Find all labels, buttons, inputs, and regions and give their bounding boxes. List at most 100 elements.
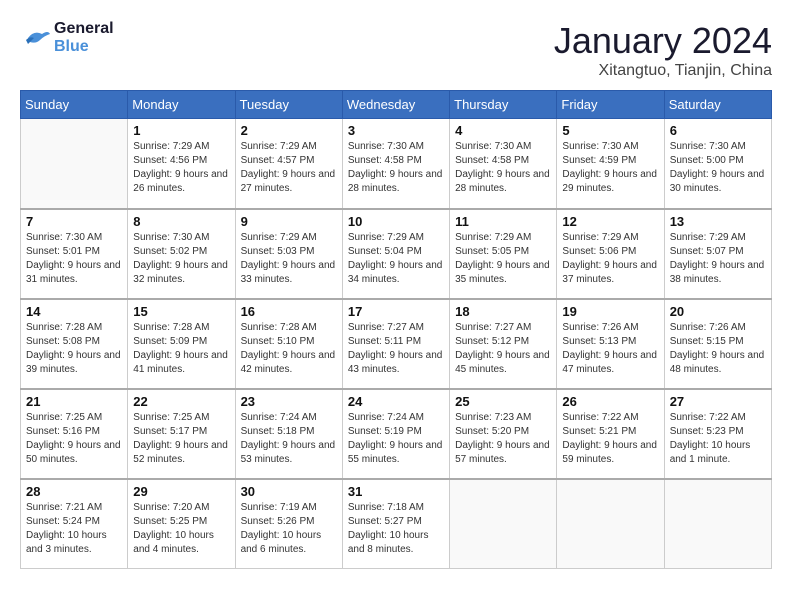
calendar-day-cell: 2 Sunrise: 7:29 AM Sunset: 4:57 PM Dayli… xyxy=(235,119,342,209)
calendar-day-cell: 3 Sunrise: 7:30 AM Sunset: 4:58 PM Dayli… xyxy=(342,119,449,209)
weekday-header-monday: Monday xyxy=(128,91,235,119)
day-info: Sunrise: 7:23 AM Sunset: 5:20 PM Dayligh… xyxy=(455,411,551,467)
calendar-day-cell: 14 Sunrise: 7:28 AM Sunset: 5:08 PM Dayl… xyxy=(21,299,128,389)
day-info: Sunrise: 7:26 AM Sunset: 5:15 PM Dayligh… xyxy=(670,321,766,377)
day-info: Sunrise: 7:27 AM Sunset: 5:12 PM Dayligh… xyxy=(455,321,551,377)
day-info: Sunrise: 7:29 AM Sunset: 5:03 PM Dayligh… xyxy=(241,231,337,287)
weekday-header-friday: Friday xyxy=(557,91,664,119)
day-info: Sunrise: 7:25 AM Sunset: 5:16 PM Dayligh… xyxy=(26,411,122,467)
day-info: Sunrise: 7:22 AM Sunset: 5:23 PM Dayligh… xyxy=(670,411,766,467)
day-info: Sunrise: 7:30 AM Sunset: 5:00 PM Dayligh… xyxy=(670,140,766,196)
calendar-day-cell: 6 Sunrise: 7:30 AM Sunset: 5:00 PM Dayli… xyxy=(664,119,771,209)
calendar-week-row: 7 Sunrise: 7:30 AM Sunset: 5:01 PM Dayli… xyxy=(21,209,772,299)
day-number: 5 xyxy=(562,123,658,138)
day-number: 28 xyxy=(26,484,122,499)
calendar-day-cell: 18 Sunrise: 7:27 AM Sunset: 5:12 PM Dayl… xyxy=(450,299,557,389)
day-info: Sunrise: 7:27 AM Sunset: 5:11 PM Dayligh… xyxy=(348,321,444,377)
calendar-day-cell: 28 Sunrise: 7:21 AM Sunset: 5:24 PM Dayl… xyxy=(21,479,128,569)
day-number: 15 xyxy=(133,304,229,319)
day-number: 21 xyxy=(26,394,122,409)
calendar-day-cell: 17 Sunrise: 7:27 AM Sunset: 5:11 PM Dayl… xyxy=(342,299,449,389)
day-number: 9 xyxy=(241,214,337,229)
weekday-header-sunday: Sunday xyxy=(21,91,128,119)
day-number: 23 xyxy=(241,394,337,409)
day-info: Sunrise: 7:18 AM Sunset: 5:27 PM Dayligh… xyxy=(348,501,444,557)
day-info: Sunrise: 7:28 AM Sunset: 5:08 PM Dayligh… xyxy=(26,321,122,377)
location: Xitangtuo, Tianjin, China xyxy=(554,62,772,80)
logo-text: General Blue xyxy=(54,20,114,56)
day-info: Sunrise: 7:29 AM Sunset: 5:05 PM Dayligh… xyxy=(455,231,551,287)
weekday-header-row: SundayMondayTuesdayWednesdayThursdayFrid… xyxy=(21,91,772,119)
weekday-header-thursday: Thursday xyxy=(450,91,557,119)
day-number: 19 xyxy=(562,304,658,319)
day-info: Sunrise: 7:30 AM Sunset: 4:58 PM Dayligh… xyxy=(455,140,551,196)
logo: General Blue xyxy=(20,20,114,56)
day-number: 14 xyxy=(26,304,122,319)
day-info: Sunrise: 7:29 AM Sunset: 4:56 PM Dayligh… xyxy=(133,140,229,196)
weekday-header-wednesday: Wednesday xyxy=(342,91,449,119)
calendar-day-cell: 7 Sunrise: 7:30 AM Sunset: 5:01 PM Dayli… xyxy=(21,209,128,299)
day-info: Sunrise: 7:20 AM Sunset: 5:25 PM Dayligh… xyxy=(133,501,229,557)
day-number: 8 xyxy=(133,214,229,229)
day-info: Sunrise: 7:28 AM Sunset: 5:09 PM Dayligh… xyxy=(133,321,229,377)
day-info: Sunrise: 7:24 AM Sunset: 5:19 PM Dayligh… xyxy=(348,411,444,467)
day-info: Sunrise: 7:30 AM Sunset: 4:59 PM Dayligh… xyxy=(562,140,658,196)
weekday-header-saturday: Saturday xyxy=(664,91,771,119)
day-number: 18 xyxy=(455,304,551,319)
day-number: 13 xyxy=(670,214,766,229)
calendar-day-cell: 25 Sunrise: 7:23 AM Sunset: 5:20 PM Dayl… xyxy=(450,389,557,479)
day-number: 20 xyxy=(670,304,766,319)
calendar-day-cell: 15 Sunrise: 7:28 AM Sunset: 5:09 PM Dayl… xyxy=(128,299,235,389)
day-number: 30 xyxy=(241,484,337,499)
day-info: Sunrise: 7:30 AM Sunset: 4:58 PM Dayligh… xyxy=(348,140,444,196)
day-number: 26 xyxy=(562,394,658,409)
day-number: 25 xyxy=(455,394,551,409)
day-number: 10 xyxy=(348,214,444,229)
day-number: 16 xyxy=(241,304,337,319)
calendar-day-cell: 13 Sunrise: 7:29 AM Sunset: 5:07 PM Dayl… xyxy=(664,209,771,299)
calendar-day-cell: 20 Sunrise: 7:26 AM Sunset: 5:15 PM Dayl… xyxy=(664,299,771,389)
day-number: 27 xyxy=(670,394,766,409)
day-info: Sunrise: 7:29 AM Sunset: 4:57 PM Dayligh… xyxy=(241,140,337,196)
calendar-table: SundayMondayTuesdayWednesdayThursdayFrid… xyxy=(20,90,772,569)
calendar-week-row: 14 Sunrise: 7:28 AM Sunset: 5:08 PM Dayl… xyxy=(21,299,772,389)
day-number: 6 xyxy=(670,123,766,138)
calendar-day-cell xyxy=(664,479,771,569)
page-header: General Blue January 2024 Xitangtuo, Tia… xyxy=(20,20,772,80)
calendar-day-cell: 24 Sunrise: 7:24 AM Sunset: 5:19 PM Dayl… xyxy=(342,389,449,479)
day-info: Sunrise: 7:25 AM Sunset: 5:17 PM Dayligh… xyxy=(133,411,229,467)
calendar-week-row: 28 Sunrise: 7:21 AM Sunset: 5:24 PM Dayl… xyxy=(21,479,772,569)
day-info: Sunrise: 7:29 AM Sunset: 5:04 PM Dayligh… xyxy=(348,231,444,287)
day-number: 11 xyxy=(455,214,551,229)
day-info: Sunrise: 7:30 AM Sunset: 5:01 PM Dayligh… xyxy=(26,231,122,287)
calendar-week-row: 21 Sunrise: 7:25 AM Sunset: 5:16 PM Dayl… xyxy=(21,389,772,479)
calendar-day-cell: 29 Sunrise: 7:20 AM Sunset: 5:25 PM Dayl… xyxy=(128,479,235,569)
day-info: Sunrise: 7:29 AM Sunset: 5:07 PM Dayligh… xyxy=(670,231,766,287)
calendar-day-cell: 26 Sunrise: 7:22 AM Sunset: 5:21 PM Dayl… xyxy=(557,389,664,479)
day-number: 1 xyxy=(133,123,229,138)
day-info: Sunrise: 7:26 AM Sunset: 5:13 PM Dayligh… xyxy=(562,321,658,377)
calendar-day-cell: 27 Sunrise: 7:22 AM Sunset: 5:23 PM Dayl… xyxy=(664,389,771,479)
calendar-day-cell xyxy=(21,119,128,209)
calendar-day-cell: 30 Sunrise: 7:19 AM Sunset: 5:26 PM Dayl… xyxy=(235,479,342,569)
calendar-day-cell: 23 Sunrise: 7:24 AM Sunset: 5:18 PM Dayl… xyxy=(235,389,342,479)
day-number: 24 xyxy=(348,394,444,409)
day-info: Sunrise: 7:30 AM Sunset: 5:02 PM Dayligh… xyxy=(133,231,229,287)
day-number: 17 xyxy=(348,304,444,319)
calendar-day-cell: 16 Sunrise: 7:28 AM Sunset: 5:10 PM Dayl… xyxy=(235,299,342,389)
calendar-day-cell xyxy=(450,479,557,569)
day-number: 3 xyxy=(348,123,444,138)
day-info: Sunrise: 7:24 AM Sunset: 5:18 PM Dayligh… xyxy=(241,411,337,467)
weekday-header-tuesday: Tuesday xyxy=(235,91,342,119)
day-info: Sunrise: 7:28 AM Sunset: 5:10 PM Dayligh… xyxy=(241,321,337,377)
calendar-week-row: 1 Sunrise: 7:29 AM Sunset: 4:56 PM Dayli… xyxy=(21,119,772,209)
calendar-day-cell: 10 Sunrise: 7:29 AM Sunset: 5:04 PM Dayl… xyxy=(342,209,449,299)
day-info: Sunrise: 7:21 AM Sunset: 5:24 PM Dayligh… xyxy=(26,501,122,557)
day-info: Sunrise: 7:29 AM Sunset: 5:06 PM Dayligh… xyxy=(562,231,658,287)
calendar-day-cell: 9 Sunrise: 7:29 AM Sunset: 5:03 PM Dayli… xyxy=(235,209,342,299)
calendar-day-cell: 8 Sunrise: 7:30 AM Sunset: 5:02 PM Dayli… xyxy=(128,209,235,299)
calendar-day-cell: 22 Sunrise: 7:25 AM Sunset: 5:17 PM Dayl… xyxy=(128,389,235,479)
title-block: January 2024 Xitangtuo, Tianjin, China xyxy=(554,20,772,80)
day-number: 4 xyxy=(455,123,551,138)
day-info: Sunrise: 7:22 AM Sunset: 5:21 PM Dayligh… xyxy=(562,411,658,467)
